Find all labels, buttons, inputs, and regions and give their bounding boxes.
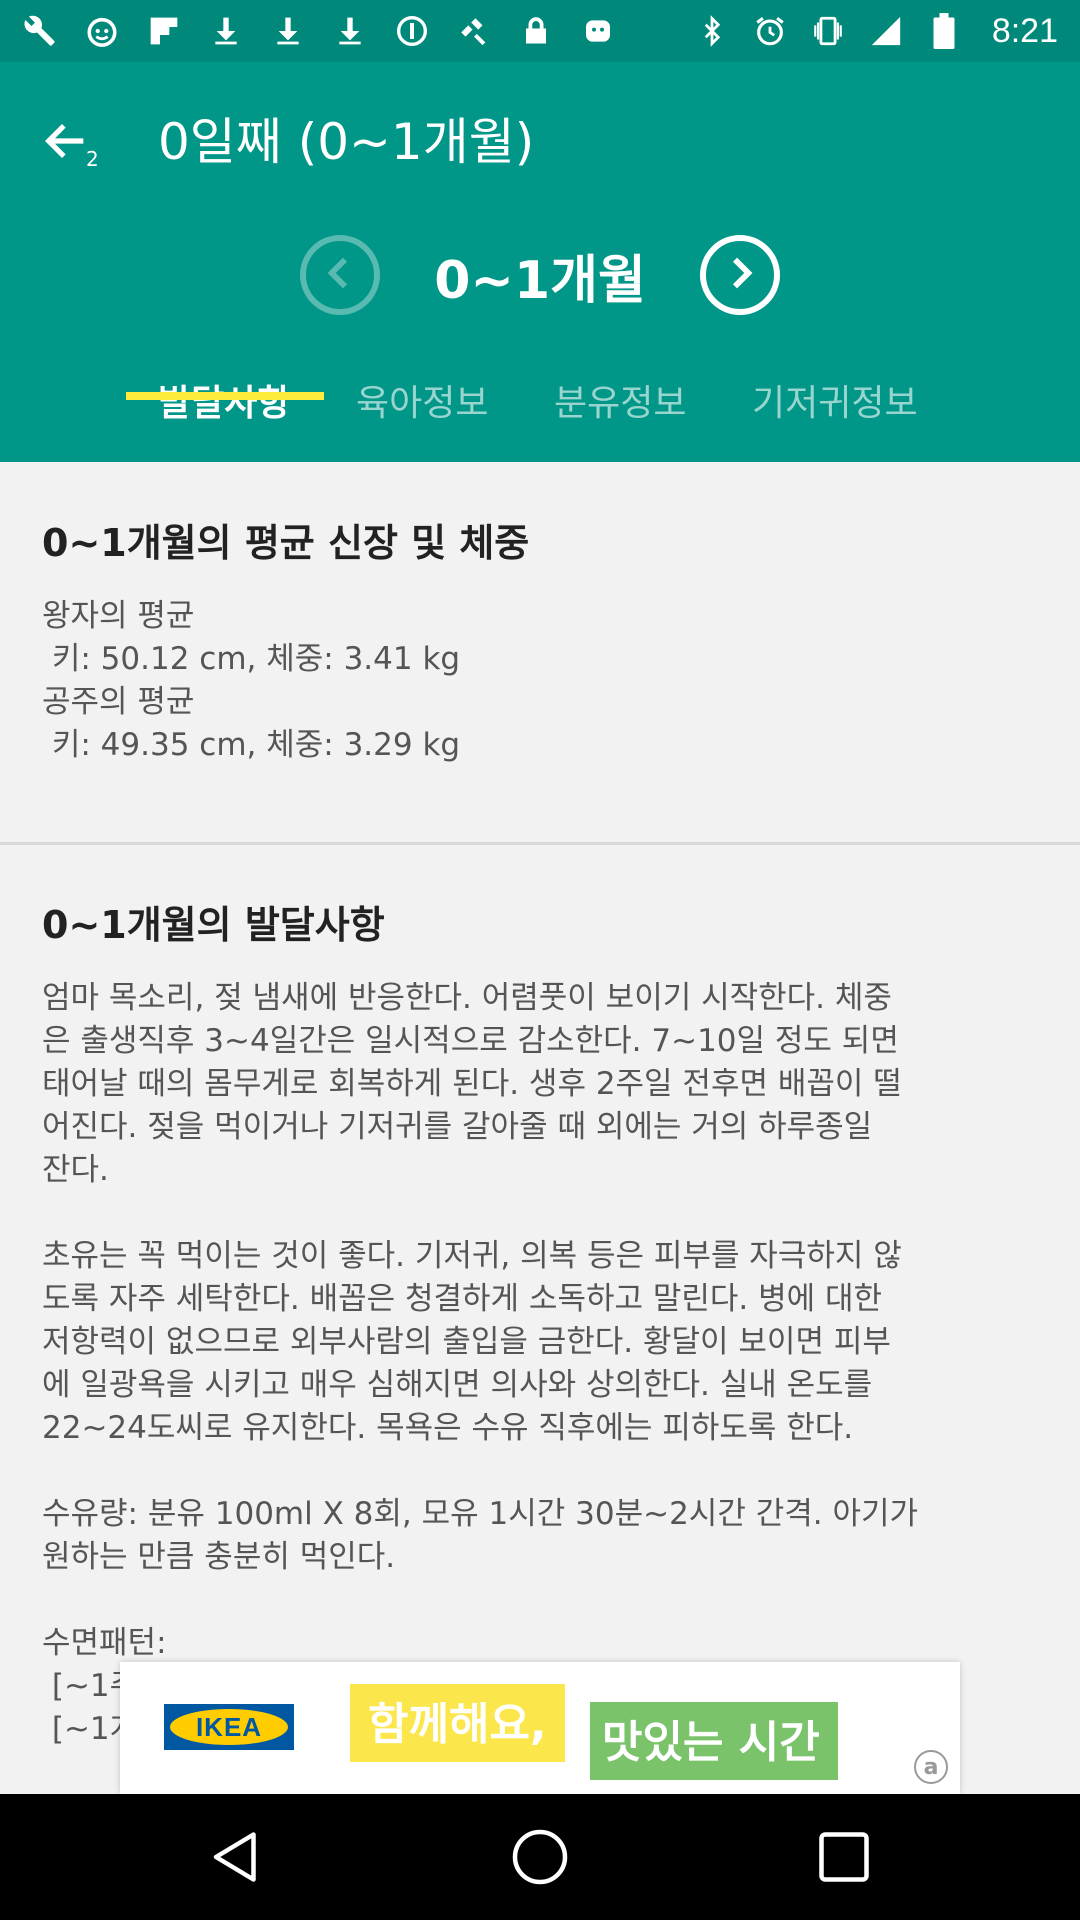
content-scroll-area[interactable]: 0~1개월의 평균 신장 및 체중 왕자의 평균 키: 50.12 cm, 체중… <box>0 462 1080 1794</box>
recents-square-icon[interactable] <box>814 1827 874 1887</box>
back-triangle-icon[interactable] <box>206 1827 266 1887</box>
download-icon <box>270 13 306 49</box>
status-bar: 8:21 <box>0 0 1080 62</box>
tab-bar: 발달사항 육아정보 분유정보 기저귀정보 <box>0 362 1080 462</box>
status-time: 8:21 <box>991 11 1058 50</box>
section-title: 0~1개월의 발달사항 <box>42 903 385 947</box>
flipboard-icon <box>146 13 182 49</box>
back-button[interactable]: 2 <box>40 107 110 187</box>
android-icon <box>580 13 616 49</box>
download-icon <box>208 13 244 49</box>
bluetooth-icon <box>694 13 730 49</box>
month-navigator: 0~1개월 <box>0 232 1080 322</box>
tab-indicator <box>126 392 324 400</box>
ad-logo: IKEA <box>164 1704 294 1750</box>
next-month-button[interactable] <box>700 235 780 315</box>
ad-info-icon[interactable]: a <box>914 1750 948 1784</box>
system-nav-bar <box>0 1794 1080 1920</box>
battery-icon <box>926 13 962 49</box>
download-icon <box>332 13 368 49</box>
app-header: 2 0일째 (0~1개월) 0~1개월 발달사항 육아정보 분유정보 기저귀정보 <box>0 62 1080 462</box>
development-section: 0~1개월의 발달사항 엄마 목소리, 젖 냄새에 반응한다. 어렴풋이 보이기… <box>0 894 1080 1794</box>
status-system-icons: 8:21 <box>694 12 1058 51</box>
tab-diaper-info[interactable]: 기저귀정보 <box>752 374 918 426</box>
section-divider <box>0 842 1080 845</box>
signal-icon <box>868 13 904 49</box>
wrench-icon <box>22 13 58 49</box>
tab-formula-info[interactable]: 분유정보 <box>554 374 686 426</box>
ad-banner[interactable]: IKEA 함께해요, 맛있는 시간 a <box>120 1662 960 1794</box>
face-icon <box>84 13 120 49</box>
month-label: 0~1개월 <box>434 251 646 311</box>
ad-headline: 함께해요, 맛있는 시간 <box>350 1684 838 1780</box>
chevron-right-icon <box>720 253 760 297</box>
home-circle-icon[interactable] <box>510 1827 570 1887</box>
section-title: 0~1개월의 평균 신장 및 체중 <box>42 521 530 565</box>
tab-childcare-info[interactable]: 육아정보 <box>356 374 488 426</box>
lock-icon <box>518 13 554 49</box>
circle-alert-icon <box>394 13 430 49</box>
alarm-icon <box>752 13 788 49</box>
status-notification-icons <box>22 13 616 49</box>
satellite-icon <box>456 13 492 49</box>
page-title: 0일째 (0~1개월) <box>158 113 535 171</box>
vibrate-icon <box>810 13 846 49</box>
section-body: 왕자의 평균 키: 50.12 cm, 체중: 3.41 kg 공주의 평균 키… <box>42 598 461 763</box>
tab-development[interactable]: 발달사항 <box>158 374 290 426</box>
back-count: 2 <box>86 147 99 171</box>
average-height-weight-section: 0~1개월의 평균 신장 및 체중 왕자의 평균 키: 50.12 cm, 체중… <box>0 512 1080 767</box>
